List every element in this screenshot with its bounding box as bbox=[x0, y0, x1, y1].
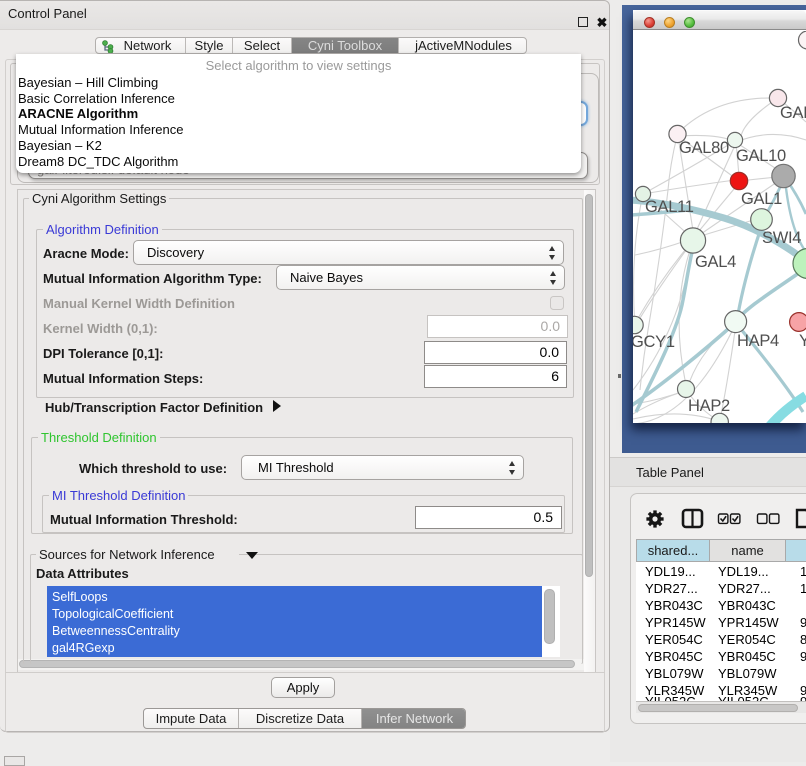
svg-text:GCY1: GCY1 bbox=[633, 333, 675, 351]
svg-text:HAP4: HAP4 bbox=[737, 332, 779, 350]
svg-text:GAL10: GAL10 bbox=[736, 147, 786, 165]
svg-text:GAL7: GAL7 bbox=[780, 104, 806, 122]
svg-text:YJ: YJ bbox=[799, 332, 806, 350]
svg-text:GAL11: GAL11 bbox=[645, 198, 694, 216]
svg-text:GAL4: GAL4 bbox=[695, 253, 736, 271]
svg-text:HAP2: HAP2 bbox=[688, 397, 730, 415]
svg-text:GAL1: GAL1 bbox=[741, 190, 782, 208]
svg-text:SWI4: SWI4 bbox=[762, 229, 801, 247]
svg-text:GAL80: GAL80 bbox=[679, 139, 729, 157]
